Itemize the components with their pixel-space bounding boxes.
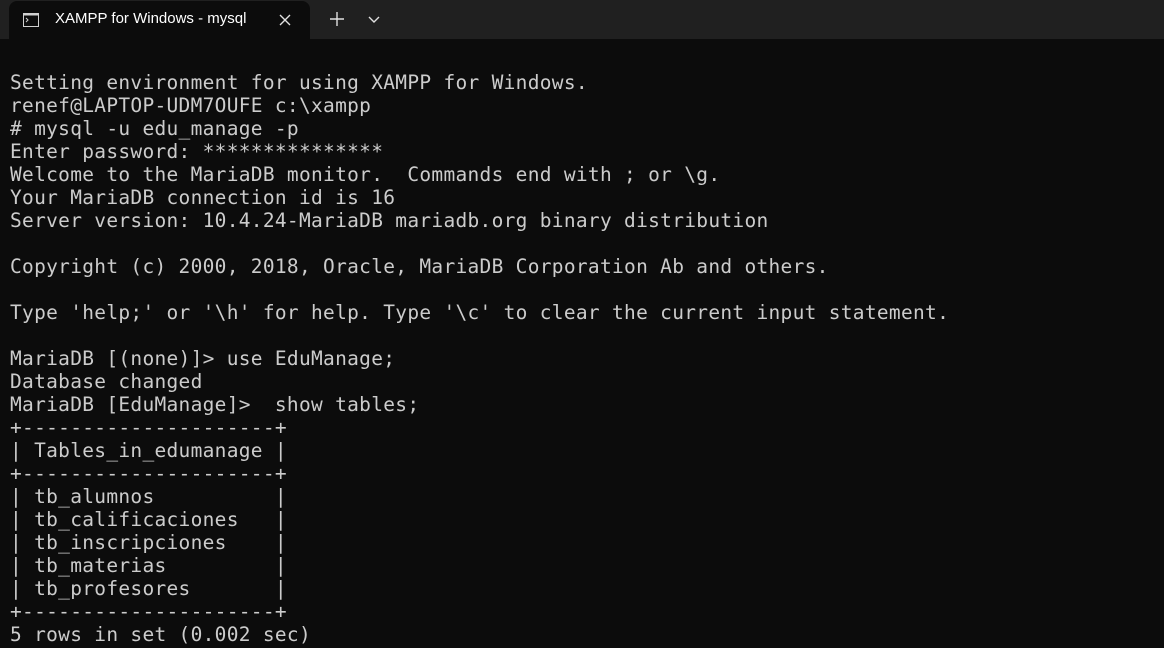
terminal-icon bbox=[23, 13, 39, 27]
terminal-line: | Tables_in_edumanage | bbox=[10, 439, 287, 462]
plus-icon[interactable] bbox=[326, 8, 348, 30]
terminal-line: Database changed bbox=[10, 370, 203, 393]
terminal-line: | tb_alumnos | bbox=[10, 485, 287, 508]
terminal-line: Enter password: *************** bbox=[10, 140, 384, 163]
terminal-line: renef@LAPTOP-UDM7OUFE c:\xampp bbox=[10, 94, 372, 117]
terminal-line: 5 rows in set (0.002 sec) bbox=[10, 623, 311, 646]
close-icon[interactable] bbox=[275, 10, 295, 30]
terminal-line: | tb_calificaciones | bbox=[10, 508, 287, 531]
terminal-line: | tb_materias | bbox=[10, 554, 287, 577]
terminal-line: MariaDB [(none)]> use EduManage; bbox=[10, 347, 396, 370]
terminal-line: Type 'help;' or '\h' for help. Type '\c'… bbox=[10, 301, 950, 324]
terminal-line: # mysql -u edu_manage -p bbox=[10, 117, 299, 140]
chevron-down-icon[interactable] bbox=[364, 9, 384, 29]
tab-xampp-mysql[interactable]: XAMPP for Windows - mysql bbox=[9, 1, 310, 39]
terminal-line: | tb_profesores | bbox=[10, 577, 287, 600]
terminal-line: Welcome to the MariaDB monitor. Commands… bbox=[10, 163, 721, 186]
terminal-output[interactable]: Setting environment for using XAMPP for … bbox=[10, 71, 1160, 648]
terminal-line: +---------------------+ bbox=[10, 600, 287, 623]
terminal-line: +---------------------+ bbox=[10, 416, 287, 439]
tab-bar: XAMPP for Windows - mysql bbox=[0, 0, 1164, 39]
terminal-line: MariaDB [EduManage]> show tables; bbox=[10, 393, 420, 416]
terminal-line: Setting environment for using XAMPP for … bbox=[10, 71, 588, 94]
terminal-line: Your MariaDB connection id is 16 bbox=[10, 186, 396, 209]
tab-title: XAMPP for Windows - mysql bbox=[55, 10, 247, 27]
terminal-line: | tb_inscripciones | bbox=[10, 531, 287, 554]
terminal-line: +---------------------+ bbox=[10, 462, 287, 485]
terminal-line: Server version: 10.4.24-MariaDB mariadb.… bbox=[10, 209, 769, 232]
terminal-line: Copyright (c) 2000, 2018, Oracle, MariaD… bbox=[10, 255, 829, 278]
